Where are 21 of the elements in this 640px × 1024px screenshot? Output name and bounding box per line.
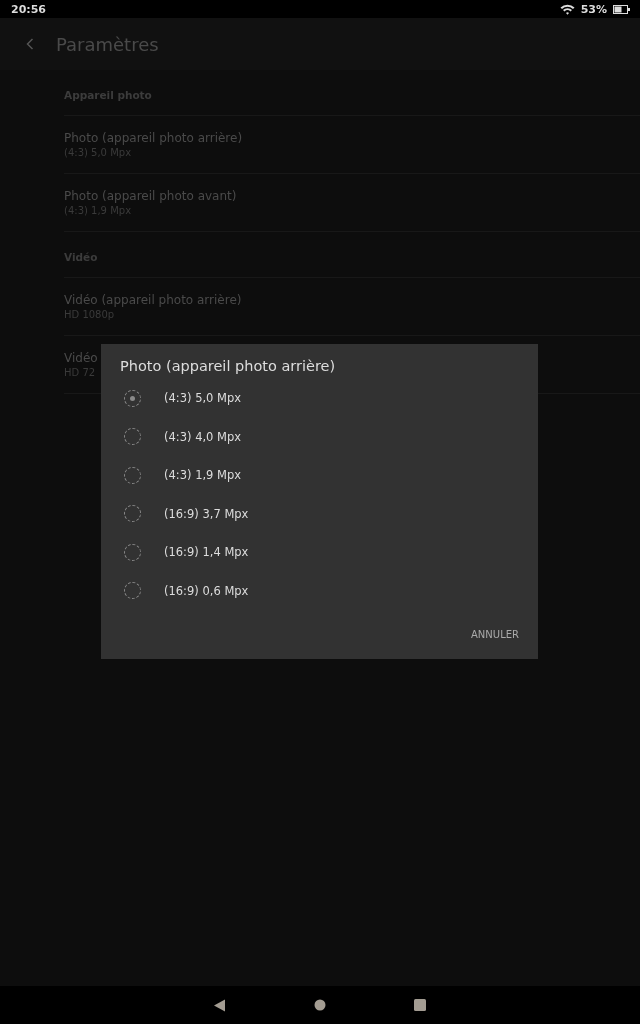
setting-title: Vidéo (appareil photo arrière) xyxy=(64,293,242,307)
recents-button[interactable] xyxy=(414,999,426,1011)
option-label[interactable]: (4:3) 1,9 Mpx xyxy=(164,468,242,483)
option-label[interactable]: (16:9) 3,7 Mpx xyxy=(164,506,249,521)
dialog-title: Photo (appareil photo arrière) xyxy=(120,358,336,374)
setting-title: Photo (appareil photo avant) xyxy=(64,189,237,203)
wifi-icon xyxy=(559,3,575,15)
option-label[interactable]: (4:3) 5,0 Mpx xyxy=(164,391,242,406)
option-label[interactable]: (16:9) 0,6 Mpx xyxy=(164,583,249,598)
setting-title: Vidéo xyxy=(64,351,98,365)
clock-time: 20:56 xyxy=(11,2,46,16)
back-button[interactable] xyxy=(26,38,34,50)
battery-icon xyxy=(613,4,630,14)
option-label[interactable]: (4:3) 4,0 Mpx xyxy=(164,429,242,444)
option-label[interactable]: (16:9) 1,4 Mpx xyxy=(164,545,249,560)
back-nav-button[interactable] xyxy=(214,998,226,1012)
home-button[interactable] xyxy=(314,999,326,1011)
battery-percentage: 53% xyxy=(580,2,607,16)
page-title: Paramètres xyxy=(56,33,159,55)
cancel-button[interactable]: ANNULER xyxy=(471,623,519,646)
setting-title: Photo (appareil photo arrière) xyxy=(64,131,243,145)
